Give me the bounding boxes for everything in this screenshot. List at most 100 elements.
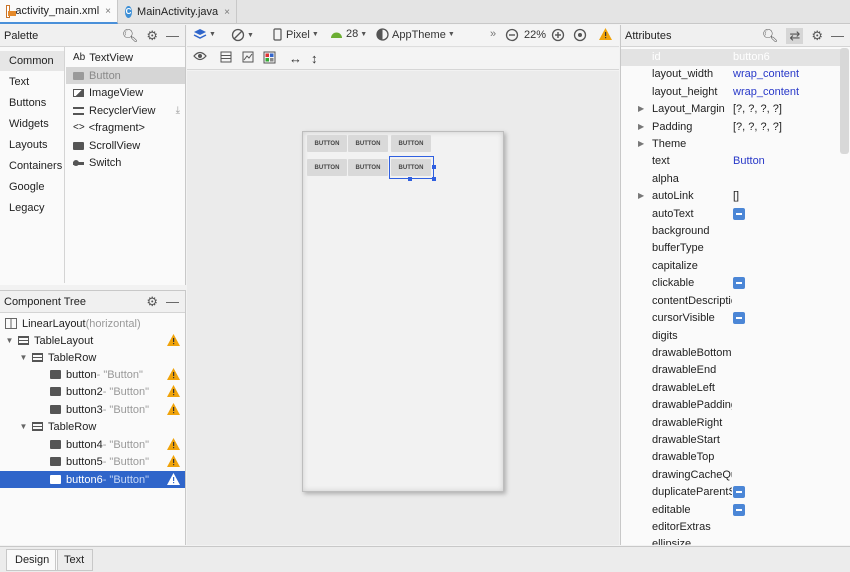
attr-row-layout-margin[interactable]: ▶ Layout_Margin [?, ?, ?, ?] [621,101,841,118]
warning-icon[interactable] [167,368,180,380]
attr-row-contentdescription[interactable]: contentDescription [621,293,841,310]
attr-row-layout-height[interactable]: layout_height wrap_content [621,84,841,101]
warning-icon[interactable] [167,438,180,450]
design-surface-dropdown[interactable]: ▼ [193,28,216,41]
attr-row-background[interactable]: background [621,223,841,240]
search-icon[interactable]: 🔍︎ [762,28,779,44]
warning-icon[interactable] [167,403,180,415]
tree-node-button[interactable]: button - "Button" [0,366,185,383]
resize-handle[interactable] [432,177,436,181]
tree-node-button6[interactable]: button6- "Button" [0,471,185,488]
download-icon[interactable]: ⤓ [176,105,180,116]
resize-handle[interactable] [432,165,436,169]
attr-row-drawableright[interactable]: drawableRight [621,415,841,432]
attributes-scrollbar[interactable] [840,48,849,154]
attr-value[interactable]: [] [733,190,739,202]
attr-value[interactable]: [?, ?, ?, ?] [733,121,782,133]
attr-row-cursorvisible[interactable]: cursorVisible [621,310,841,327]
attr-row-padding[interactable]: ▶ Padding [?, ?, ?, ?] [621,119,841,136]
expand-arrow-icon[interactable]: ▶ [638,104,644,113]
margins-button[interactable] [220,51,232,63]
preview-button-3[interactable]: BUTTON [391,135,431,152]
warning-icon[interactable] [167,334,180,346]
palette-category-buttons[interactable]: Buttons [0,93,64,113]
orientation-dropdown[interactable]: ▼ [231,28,254,42]
expand-vertical-icon[interactable]: ↕ [311,51,318,66]
attr-row-drawablestart[interactable]: drawableStart [621,432,841,449]
tab-text[interactable]: Text [55,549,94,571]
palette-widget-textview[interactable]: Ab TextView [66,49,185,66]
collapse-arrow-icon[interactable]: ▼ [5,336,14,345]
preview-button-2[interactable]: BUTTON [348,135,388,152]
attr-row-id[interactable]: id button6 [621,49,841,66]
warning-icon[interactable] [167,385,180,397]
zoom-out-icon[interactable] [505,28,519,42]
minimize-icon[interactable]: — [166,28,179,44]
search-icon[interactable]: 🔍︎ [122,28,139,44]
attr-row-capitalize[interactable]: capitalize [621,258,841,275]
warning-icon[interactable] [167,455,180,467]
palette-category-containers[interactable]: Containers [0,156,64,176]
tree-node-tablerow-1[interactable]: ▼ TableRow [0,349,185,366]
expand-arrow-icon[interactable]: ▶ [638,191,644,200]
expand-arrow-icon[interactable]: ▶ [638,139,644,148]
minimize-icon[interactable]: — [831,28,844,44]
attr-row-drawabletop[interactable]: drawableTop [621,449,841,466]
tab-main-activity-java[interactable]: C MainActivity.java × [119,0,237,24]
preview-button-4[interactable]: BUTTON [307,159,347,176]
gear-icon[interactable]: ⚙ [146,28,158,44]
device-preview[interactable]: BUTTON BUTTON BUTTON BUTTON BUTTON BUTTO… [302,131,504,492]
attr-row-drawablebottom[interactable]: drawableBottom [621,345,841,362]
attr-row-layout-width[interactable]: layout_width wrap_content [621,66,841,83]
collapse-arrow-icon[interactable]: ▼ [19,353,28,362]
attr-value[interactable]: wrap_content [733,68,799,80]
zoom-in-icon[interactable] [551,28,565,42]
warning-icon[interactable] [167,473,180,485]
tab-design[interactable]: Design [6,549,59,571]
palette-widget-scrollview[interactable]: ScrollView [66,137,185,154]
tree-node-tablerow-2[interactable]: ▼ TableRow [0,418,185,435]
theme-dropdown[interactable]: AppTheme ▼ [376,28,455,41]
view-options-button[interactable] [193,51,207,61]
palette-category-layouts[interactable]: Layouts [0,135,64,155]
attr-row-drawableleft[interactable]: drawableLeft [621,380,841,397]
attr-row-buffertype[interactable]: bufferType [621,240,841,257]
attr-row-autolink[interactable]: ▶ autoLink [] [621,188,841,205]
tree-node-button4[interactable]: button4- "Button" [0,436,185,453]
attr-row-duplicateparentstate[interactable]: duplicateParentState [621,484,841,501]
flag-toggle-icon[interactable] [733,486,745,498]
attr-value[interactable]: button6 [733,51,770,63]
attr-row-theme[interactable]: ▶ Theme [621,136,841,153]
attr-row-alpha[interactable]: alpha [621,171,841,188]
palette-widget-recyclerview[interactable]: RecyclerView ⤓ [66,102,185,119]
preview-button-1[interactable]: BUTTON [307,135,347,152]
palette-widget-fragment[interactable]: <> <fragment> [66,119,185,136]
attr-row-drawablepadding[interactable]: drawablePadding [621,397,841,414]
attr-value[interactable]: [?, ?, ?, ?] [733,103,782,115]
resize-handle[interactable] [408,177,412,181]
gear-icon[interactable]: ⚙ [146,294,158,310]
attr-row-drawableend[interactable]: drawableEnd [621,362,841,379]
tree-node-button2[interactable]: button2- "Button" [0,383,185,400]
expand-arrow-icon[interactable]: ▶ [638,122,644,131]
attr-row-editorextras[interactable]: editorExtras [621,519,841,536]
device-dropdown[interactable]: Pixel ▼ [273,28,319,41]
palette-widget-imageview[interactable]: ImageView [66,84,185,101]
attr-row-drawingcachequality[interactable]: drawingCacheQuality [621,467,841,484]
attr-value[interactable]: wrap_content [733,86,799,98]
infer-constraints-button[interactable] [263,51,276,64]
attr-row-autotext[interactable]: autoText [621,206,841,223]
zoom-to-fit-icon[interactable] [573,28,587,42]
tree-node-linearlayout[interactable]: LinearLayout (horizontal) [0,315,185,332]
preview-button-5[interactable]: BUTTON [348,159,388,176]
more-actions-icon[interactable]: » [490,28,496,40]
issues-button[interactable] [599,28,612,40]
flag-toggle-icon[interactable] [733,277,745,289]
palette-category-legacy[interactable]: Legacy [0,198,64,218]
tree-node-tablelayout[interactable]: ▼ TableLayout [0,332,185,349]
attr-row-text[interactable]: text Button [621,153,841,170]
pack-button[interactable] [242,51,254,63]
attr-value[interactable]: Button [733,155,765,167]
collapse-arrow-icon[interactable]: ▼ [19,422,28,431]
selection-outline[interactable] [389,156,436,181]
